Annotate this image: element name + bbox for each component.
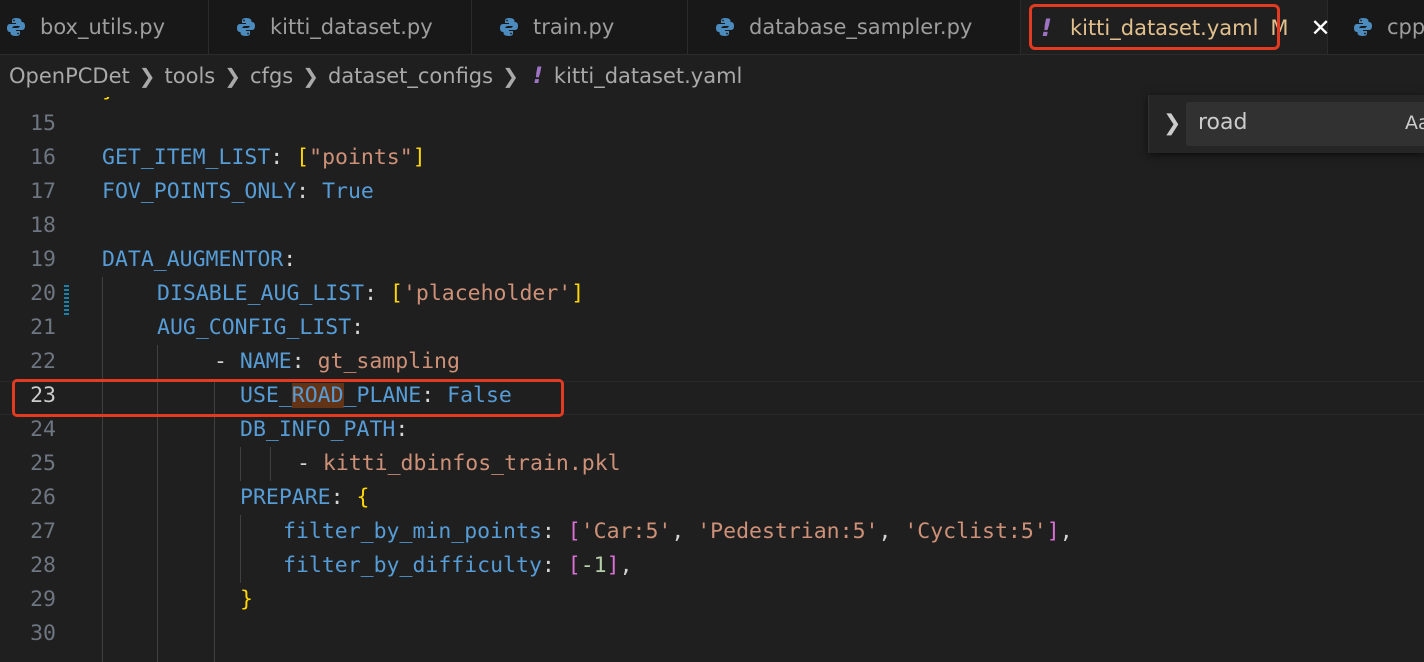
line-number: 22 xyxy=(30,349,56,374)
tab-box-utils[interactable]: box_utils.py xyxy=(0,0,209,54)
code-text: PREPARE: { xyxy=(240,485,370,510)
breadcrumb-item[interactable]: OpenPCDet xyxy=(0,64,130,88)
code-line: 20 DISABLE_AUG_LIST: ['placeholder'] xyxy=(0,277,1424,311)
code-text: - kitti_dbinfos_train.pkl xyxy=(297,451,621,476)
code-text: FOV_POINTS_ONLY: True xyxy=(102,179,374,204)
code-text: AUG_CONFIG_LIST: xyxy=(157,315,365,340)
match-case-toggle[interactable]: Aa xyxy=(1405,112,1424,134)
chevron-right-icon: ❯ xyxy=(302,64,319,88)
code-text: filter_by_difficulty: [-1], xyxy=(283,553,633,578)
yaml-exclamation-icon: ! xyxy=(532,63,543,89)
line-highlight-box xyxy=(12,379,564,417)
chevron-right-icon: ❯ xyxy=(224,64,241,88)
code-text: - NAME: gt_sampling xyxy=(214,349,460,374)
code-line: 18 xyxy=(0,209,1424,243)
code-text: DATA_AUGMENTOR: xyxy=(102,247,297,272)
line-number: 29 xyxy=(30,587,56,612)
python-icon xyxy=(715,17,735,37)
line-number: 15 xyxy=(30,111,56,136)
line-number: 20 xyxy=(30,281,56,306)
code-text: DISABLE_AUG_LIST: ['placeholder'] xyxy=(157,281,585,306)
code-line: 27 filter_by_min_points: ['Car:5', 'Pede… xyxy=(0,515,1424,549)
breadcrumb-item[interactable]: dataset_configs xyxy=(319,64,493,88)
python-icon xyxy=(499,17,519,37)
tab-label: train.py xyxy=(533,15,615,39)
tab-label: kitti_dataset.py xyxy=(270,15,433,39)
line-number: 27 xyxy=(30,519,56,544)
code-text: filter_by_min_points: ['Car:5', 'Pedestr… xyxy=(283,519,1073,544)
code-line: 19 DATA_AUGMENTOR: xyxy=(0,243,1424,277)
breadcrumb-item[interactable]: cfgs xyxy=(241,64,293,88)
code-line: 29 } xyxy=(0,583,1424,617)
find-input[interactable]: road Aa xyxy=(1186,102,1424,146)
line-number: 28 xyxy=(30,553,56,578)
find-widget: ❯ road Aa xyxy=(1148,95,1424,153)
python-icon xyxy=(6,17,26,37)
breadcrumb: OpenPCDet ❯ tools ❯ cfgs ❯ dataset_confi… xyxy=(0,55,1424,97)
code-line: 24 DB_INFO_PATH: xyxy=(0,413,1424,447)
code-editor[interactable]: } 15 16 GET_ITEM_LIST: ["points"] 17 FOV… xyxy=(0,97,1424,662)
tab-cpp[interactable]: cpp xyxy=(1328,0,1424,54)
git-modified-gutter-marker xyxy=(64,285,69,317)
find-input-value: road xyxy=(1198,110,1248,135)
code-line: 17 FOV_POINTS_ONLY: True xyxy=(0,175,1424,209)
code-line: 21 AUG_CONFIG_LIST: xyxy=(0,311,1424,345)
tab-label: cpp xyxy=(1387,15,1424,39)
tab-label: database_sampler.py xyxy=(749,15,973,39)
line-number: 30 xyxy=(30,621,56,646)
line-number: 24 xyxy=(30,417,56,442)
code-line: 25 - kitti_dbinfos_train.pkl xyxy=(0,447,1424,481)
tab-bar: box_utils.py kitti_dataset.py train.py d… xyxy=(0,0,1424,55)
tab-train-py[interactable]: train.py xyxy=(472,0,688,54)
line-number: 16 xyxy=(30,145,56,170)
line-number: 19 xyxy=(30,247,56,272)
tab-label: box_utils.py xyxy=(40,15,166,39)
chevron-right-icon[interactable]: ❯ xyxy=(1163,111,1181,136)
breadcrumb-item[interactable]: kitti_dataset.yaml xyxy=(545,64,742,88)
breadcrumb-item[interactable]: tools xyxy=(156,64,216,88)
line-number: 26 xyxy=(30,485,56,510)
code-text: GET_ITEM_LIST: ["points"] xyxy=(102,145,426,170)
code-fragment: } xyxy=(102,97,115,107)
line-number: 21 xyxy=(30,315,56,340)
tab-database-sampler-py[interactable]: database_sampler.py xyxy=(688,0,1021,54)
code-line: 22 - NAME: gt_sampling xyxy=(0,345,1424,379)
tab-kitti-dataset-py[interactable]: kitti_dataset.py xyxy=(209,0,472,54)
code-line: 28 filter_by_difficulty: [-1], xyxy=(0,549,1424,583)
python-icon xyxy=(236,17,256,37)
code-text: DB_INFO_PATH: xyxy=(240,417,409,442)
chevron-right-icon: ❯ xyxy=(502,64,519,88)
line-number: 18 xyxy=(30,213,56,238)
active-tab-highlight-box xyxy=(1029,4,1280,50)
line-number: 17 xyxy=(30,179,56,204)
line-number: 25 xyxy=(30,451,56,476)
code-line: 30 xyxy=(0,617,1424,651)
code-text: } xyxy=(240,587,253,612)
chevron-right-icon: ❯ xyxy=(138,64,156,88)
code-line: 26 PREPARE: { xyxy=(0,481,1424,515)
python-icon xyxy=(1353,17,1373,37)
